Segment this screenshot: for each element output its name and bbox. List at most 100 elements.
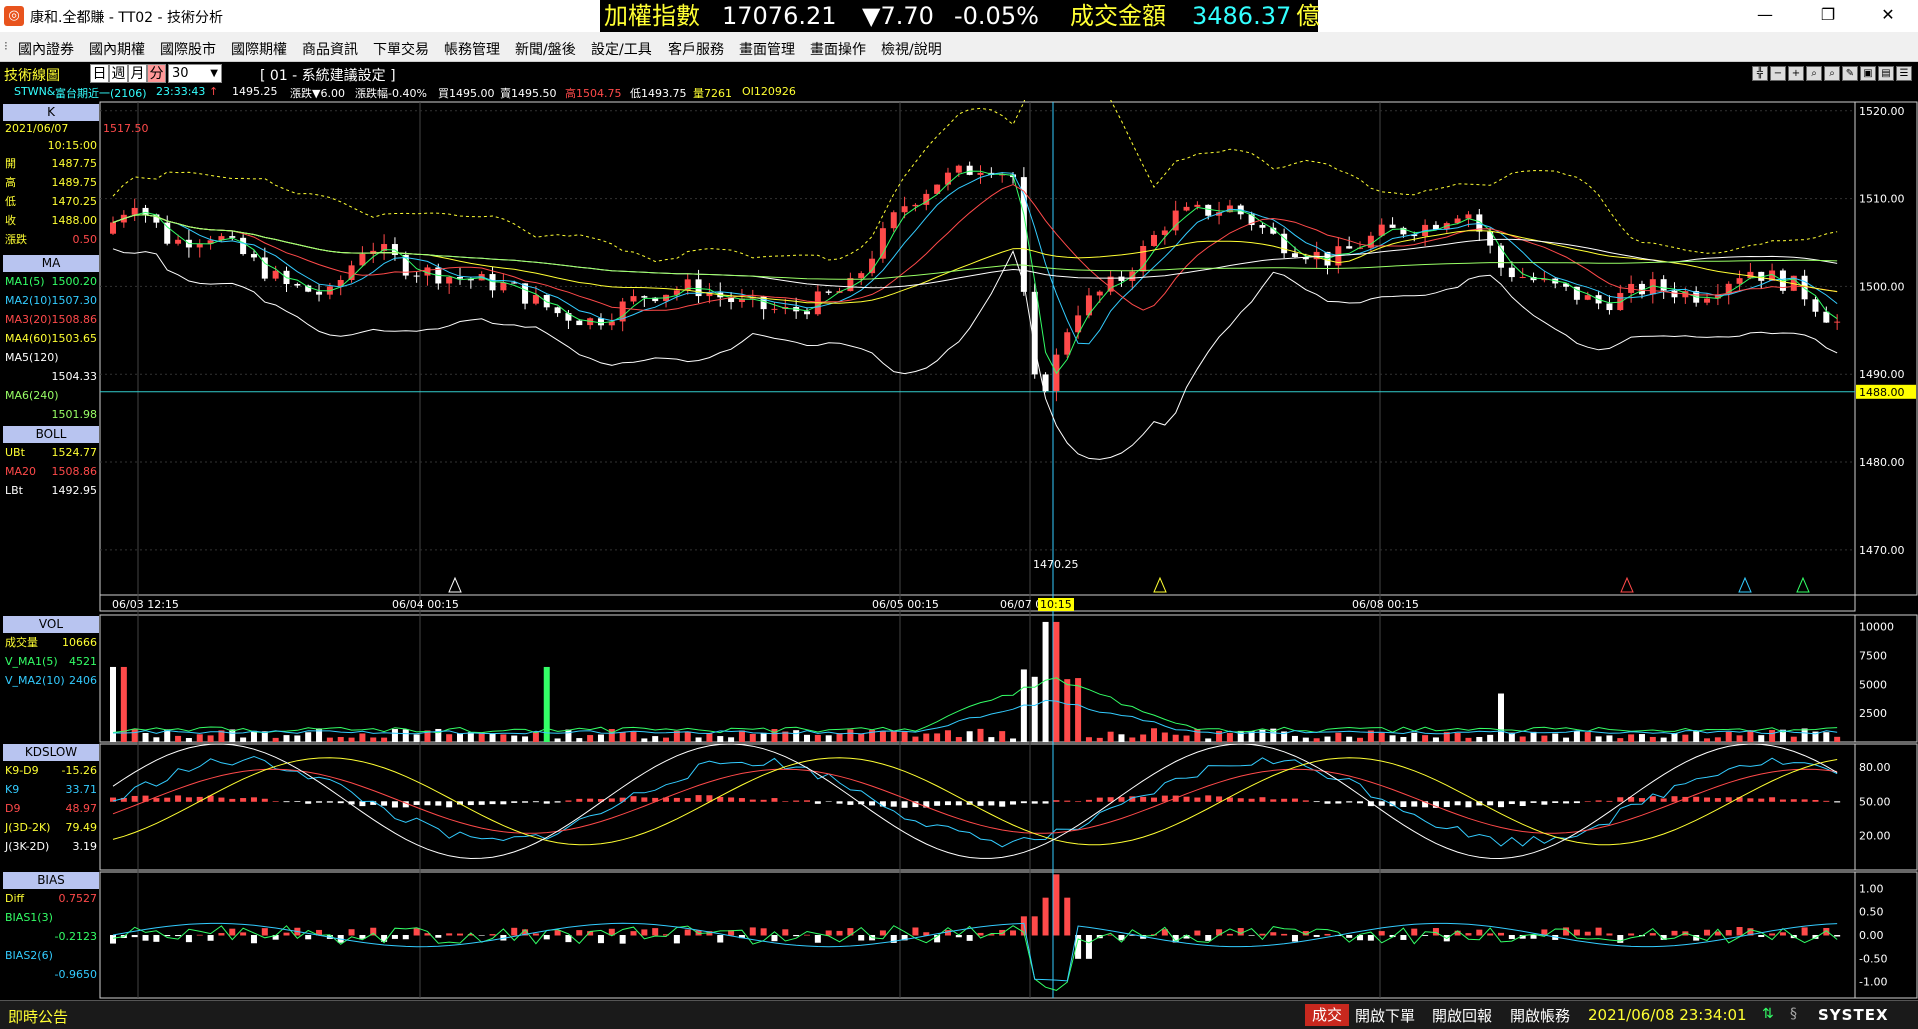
kd-diff-bar	[1357, 801, 1364, 804]
tab-minute[interactable]: 分	[147, 64, 166, 83]
kd-diff-bar	[1085, 799, 1092, 802]
candle-body	[500, 282, 507, 291]
network-icon: §	[1790, 1006, 1797, 1022]
kd-diff-bar	[944, 801, 951, 806]
menu-item-product-info[interactable]: 商品資訊	[302, 39, 358, 59]
volume-bar	[1714, 737, 1721, 742]
open-order-button[interactable]: 開啟下單	[1355, 1005, 1415, 1026]
bias-diff-bar	[1530, 935, 1537, 939]
bias-diff-bar	[1031, 916, 1038, 936]
kd-diff-bar	[684, 798, 691, 802]
volume-bar	[500, 734, 507, 742]
volume-bar	[294, 735, 301, 742]
minimize-button[interactable]: —	[1743, 0, 1787, 32]
menu-item-domestic-futures[interactable]: 國內期權	[89, 39, 145, 59]
open-report-button[interactable]: 開啟回報	[1432, 1005, 1492, 1026]
volume-bar	[1649, 736, 1656, 742]
menu-item-settings[interactable]: 設定/工具	[591, 39, 652, 59]
trade-indicator[interactable]: 成交	[1305, 1004, 1349, 1026]
save-icon[interactable]: ▣	[1860, 66, 1876, 81]
volume-bar	[923, 733, 930, 742]
volume-bar	[305, 732, 312, 742]
bias-diff-bar	[240, 932, 247, 936]
volume-bar	[1324, 736, 1331, 742]
tab-day[interactable]: 日	[90, 64, 109, 83]
kd-diff-bar	[1205, 795, 1212, 802]
candle-body	[131, 207, 138, 215]
candle-body	[1389, 224, 1396, 228]
search-icon[interactable]: ⌕	[1806, 66, 1822, 81]
legend-boll-ma-value: 1508.86	[51, 465, 98, 478]
setting-label[interactable]: [ 01 - 系統建議設定 ]	[260, 65, 396, 85]
bias-diff-bar	[1628, 933, 1635, 936]
volume-bar	[988, 737, 995, 742]
open-account-button[interactable]: 開啟帳務	[1510, 1005, 1570, 1026]
realtime-notice[interactable]: 即時公告	[8, 1006, 68, 1027]
volume-bar	[1758, 735, 1765, 742]
legend-ma: MA MA1(5) 1500.20 MA2(10) 1507.30 MA3(20) 1…	[3, 255, 99, 424]
legend-ma-head: MA	[3, 255, 99, 272]
tab-week[interactable]: 週	[109, 64, 128, 83]
candle-body	[1096, 291, 1103, 296]
signal-triangle-icon	[1796, 576, 1810, 593]
menu-item-accounts[interactable]: 帳務管理	[444, 39, 500, 59]
volume-bar	[1302, 737, 1309, 742]
bias-tick-label: 1.00	[1859, 882, 1884, 895]
kd-diff-bar	[218, 797, 225, 802]
bias-diff-bar	[1584, 931, 1591, 936]
close-button[interactable]: ✕	[1866, 0, 1910, 32]
kd-diff-bar	[511, 801, 518, 803]
kd-diff-bar	[229, 798, 236, 802]
bias-diff-bar	[478, 935, 485, 936]
quote-arrow-icon: ↑	[209, 85, 219, 98]
kd-diff-bar	[1010, 801, 1017, 805]
volume-bar	[1519, 736, 1526, 742]
bias-diff-bar	[218, 933, 225, 936]
kd-diff-bar	[391, 801, 398, 808]
kd-diff-bar	[185, 797, 192, 802]
zoom-out-icon[interactable]: −	[1770, 66, 1786, 81]
legend-k-low-label: 低	[5, 195, 16, 208]
kd-diff-bar	[1335, 801, 1342, 804]
volume-bar	[1064, 679, 1071, 742]
menu-item-domestic-securities[interactable]: 國內證券	[18, 39, 74, 59]
crosshair-icon[interactable]: ╬	[1752, 66, 1768, 81]
volume-bar	[1638, 734, 1645, 742]
volume-bar	[467, 732, 474, 742]
menu-item-intl-futures[interactable]: 國際期權	[231, 39, 287, 59]
legend-ma5-label: MA5(120)	[5, 351, 59, 364]
bias-diff-bar	[250, 935, 257, 944]
print-icon[interactable]: ▤	[1878, 66, 1894, 81]
menu-item-intl-stocks[interactable]: 國際股市	[160, 39, 216, 59]
candle-body	[457, 277, 463, 279]
menu-item-customer-service[interactable]: 客戶服務	[668, 39, 724, 59]
kd-diff-bar	[1302, 800, 1309, 802]
menu-item-screen-operate[interactable]: 畫面操作	[810, 39, 866, 59]
kd-diff-bar	[1140, 796, 1147, 802]
kd-diff-bar	[847, 801, 854, 805]
volume-bar	[359, 733, 366, 742]
bias-tick-label: -1.00	[1859, 976, 1887, 989]
zoom-in-icon[interactable]: +	[1788, 66, 1804, 81]
restore-button[interactable]: ❐	[1806, 0, 1850, 32]
menu-item-trading[interactable]: 下單交易	[373, 39, 429, 59]
magnify-icon[interactable]: ⌕	[1824, 66, 1840, 81]
legend-boll-ma-label: MA20	[5, 465, 37, 478]
legend-kd-diff-label: K9-D9	[5, 764, 39, 777]
draw-tool-icon[interactable]: ✎	[1842, 66, 1858, 81]
tab-month[interactable]: 月	[128, 64, 147, 83]
bias-diff-bar	[1834, 935, 1841, 937]
time-tick-label: 06/03 12:15	[112, 598, 179, 611]
candle-body	[966, 165, 973, 175]
menu-item-news[interactable]: 新聞/盤後	[515, 39, 576, 59]
interval-select[interactable]: 30 ▼	[168, 64, 222, 83]
volume-bar	[1053, 621, 1060, 742]
technical-chart[interactable]: 1520.00 1510.00 1500.00 1490.00 1480.00 1470.…	[0, 100, 1918, 1000]
settings-icon[interactable]: ☰	[1896, 66, 1912, 81]
signal-triangle-icon	[1153, 576, 1167, 593]
volume-bar	[196, 734, 203, 742]
menu-item-view-help[interactable]: 檢視/說明	[881, 39, 942, 59]
candle-body	[110, 222, 116, 234]
bias-diff-bar	[489, 934, 496, 936]
menu-item-screen-manage[interactable]: 畫面管理	[739, 39, 795, 59]
